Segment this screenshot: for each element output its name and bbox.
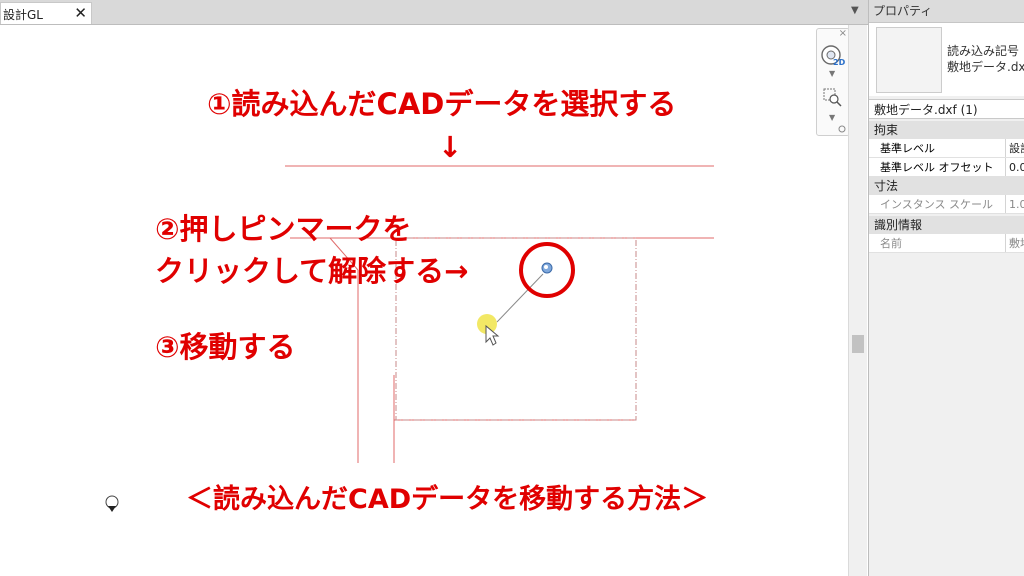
property-name: 基準レベル <box>880 142 935 155</box>
group-constraints[interactable]: 拘束 <box>869 121 1024 139</box>
type-name: 読み込み記号 敷地データ.dxf <box>947 43 1024 75</box>
close-icon[interactable]: ✕ <box>74 4 87 22</box>
view-tab-label: 設計GL <box>3 8 43 22</box>
annotation-step2-line2: クリックして解除する→ <box>155 254 469 288</box>
view-tab[interactable]: 設計GL ✕ <box>0 2 92 24</box>
2d-steering-wheel-icon[interactable]: 2D <box>821 45 846 67</box>
annotation-title: ＜読み込んだCADデータを移動する方法＞ <box>186 484 709 515</box>
view-tab-bar: 設計GL ✕ ▼ <box>0 0 870 25</box>
property-value[interactable]: 0.0 <box>1005 158 1024 176</box>
property-value: 1.00 <box>1005 195 1024 213</box>
annotation-step3: ③移動する <box>155 330 296 364</box>
tab-dropdown-icon[interactable]: ▼ <box>851 5 859 16</box>
elevation-marker-icon[interactable] <box>105 495 119 512</box>
chevron-down-icon[interactable]: ▼ <box>829 113 835 122</box>
vertical-scrollbar[interactable] <box>848 25 867 576</box>
property-row[interactable]: 基準レベル 設計 <box>869 139 1024 158</box>
property-name: 基準レベル オフセット <box>880 161 994 174</box>
property-name: インスタンス スケール <box>880 198 994 211</box>
drawing-canvas[interactable]: ①読み込んだCADデータを選択する ↓ ②押しピンマークを クリックして解除する… <box>0 25 848 576</box>
svg-text:2D: 2D <box>833 58 846 67</box>
scrollbar-thumb[interactable] <box>852 335 864 353</box>
annotation-step1: ①読み込んだCADデータを選択する <box>207 87 677 121</box>
property-value[interactable]: 設計 <box>1005 139 1024 157</box>
drag-guide-line <box>496 273 544 323</box>
type-thumbnail <box>876 27 942 93</box>
instance-filter-dropdown[interactable]: 敷地データ.dxf (1) <box>869 99 1024 119</box>
properties-panel: プロパティ 読み込み記号 敷地データ.dxf 敷地データ.dxf (1) 拘束 … <box>868 0 1024 576</box>
property-row[interactable]: 名前 敷地 <box>869 234 1024 253</box>
annotation-step2-line1: ②押しピンマークを <box>155 212 412 246</box>
zoom-region-icon[interactable] <box>823 88 842 107</box>
property-name: 名前 <box>880 237 902 250</box>
pin-icon[interactable] <box>541 262 553 274</box>
chevron-down-icon[interactable]: ▼ <box>829 69 835 78</box>
navigation-bar: × 2D ▼ ▼ <box>816 28 850 136</box>
group-dimensions[interactable]: 寸法 <box>869 177 1024 195</box>
property-row[interactable]: インスタンス スケール 1.00 <box>869 195 1024 214</box>
navbar-options-icon[interactable] <box>838 125 846 133</box>
type-instance: 敷地データ.dxf <box>947 60 1024 74</box>
panel-title: プロパティ <box>869 0 1024 23</box>
type-family: 読み込み記号 <box>947 44 1020 58</box>
property-value[interactable]: 敷地 <box>1005 234 1024 252</box>
annotation-arrow-down: ↓ <box>438 130 463 164</box>
type-selector[interactable]: 読み込み記号 敷地データ.dxf <box>869 23 1024 96</box>
group-identity[interactable]: 識別情報 <box>869 216 1024 234</box>
property-row[interactable]: 基準レベル オフセット 0.0 <box>869 158 1024 177</box>
